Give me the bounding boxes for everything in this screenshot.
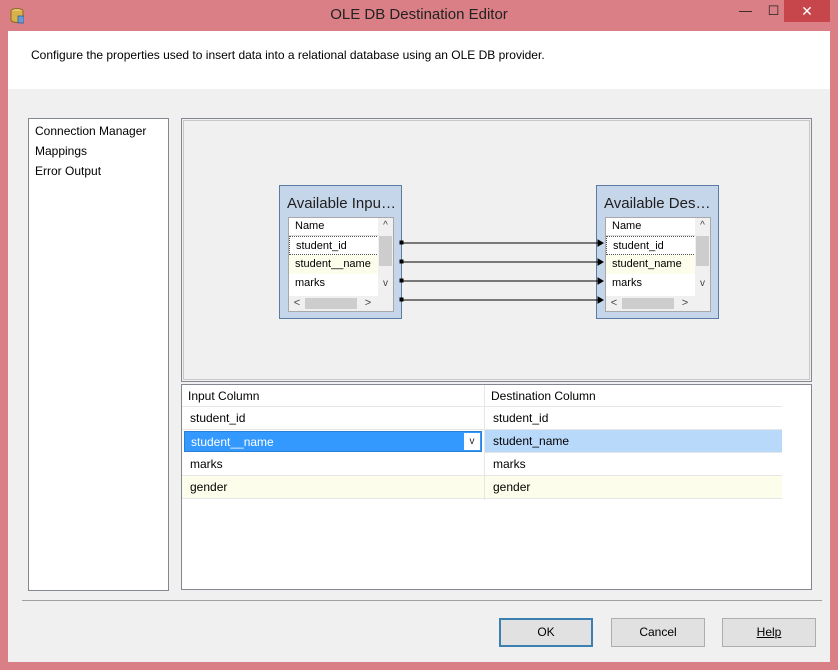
help-button-label: Help [756, 625, 782, 639]
ok-button[interactable]: OK [499, 618, 593, 647]
mapping-diagram: Available Inpu… Name student_id student_… [181, 118, 812, 382]
minimize-button[interactable]: — [733, 0, 758, 22]
description-panel: Configure the properties used to insert … [8, 31, 830, 89]
input-column-combobox[interactable]: student__name v [184, 431, 482, 452]
mapping-arrowhead [597, 277, 604, 285]
mapping-arrowhead [597, 296, 604, 304]
cancel-button[interactable]: Cancel [611, 618, 705, 647]
mapping-line-start-dot [399, 259, 404, 264]
mapping-lines [399, 239, 604, 304]
nav-item-mappings[interactable]: Mappings [35, 144, 87, 158]
diagram-canvas: Available Inpu… Name student_id student_… [183, 120, 810, 380]
mapping-line-start-dot [399, 240, 404, 245]
column-mapping-grid: Input Column Destination Column student_… [181, 384, 812, 590]
description-text: Configure the properties used to insert … [31, 48, 545, 62]
page-navigation-list: Connection Manager Mappings Error Output [28, 118, 169, 591]
grid-cell-input[interactable]: gender [182, 476, 484, 499]
grid-cell-destination[interactable]: student_id [485, 407, 782, 430]
dialog-window: OLE DB Destination Editor — ☐ ✕ Configur… [0, 0, 838, 670]
nav-item-error-output[interactable]: Error Output [35, 164, 101, 178]
mapping-arrowhead [597, 258, 604, 266]
nav-item-connection-manager[interactable]: Connection Manager [35, 124, 146, 138]
dialog-client-area: Configure the properties used to insert … [8, 31, 830, 662]
mapping-line-start-dot [399, 278, 404, 283]
title-bar[interactable]: OLE DB Destination Editor — ☐ ✕ [0, 0, 838, 31]
grid-cell-destination[interactable]: student_name [485, 430, 782, 453]
grid-header-input-column[interactable]: Input Column [182, 385, 484, 407]
grid-header-destination-column[interactable]: Destination Column [485, 385, 782, 407]
help-button[interactable]: Help [722, 618, 816, 647]
maximize-button[interactable]: ☐ [761, 0, 786, 22]
mapping-line-start-dot [399, 297, 404, 302]
grid-cell-destination[interactable]: gender [485, 476, 782, 499]
grid-cell-input[interactable]: marks [182, 453, 484, 476]
close-button[interactable]: ✕ [784, 0, 830, 22]
footer-divider [22, 600, 822, 601]
grid-cell-destination[interactable]: marks [485, 453, 782, 476]
grid-cell-input[interactable]: student_id [182, 407, 484, 430]
mapping-arrowhead [597, 239, 604, 247]
chevron-down-icon[interactable]: v [464, 433, 480, 450]
combobox-value: student__name [191, 435, 274, 449]
window-title: OLE DB Destination Editor [330, 6, 508, 23]
